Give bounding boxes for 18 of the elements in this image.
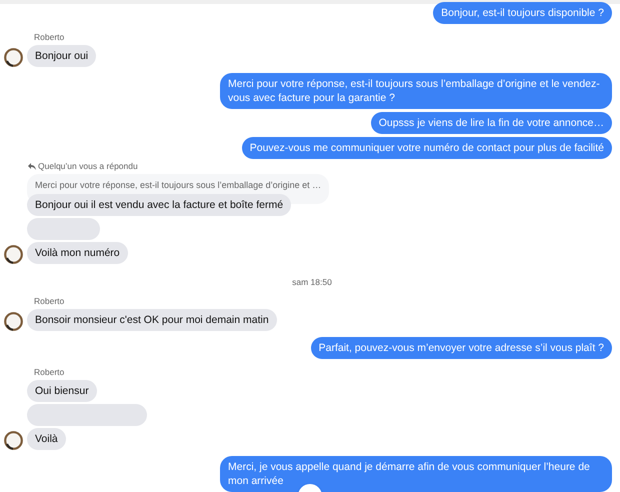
sent-message: Parfait, pouvez-vous m’envoyer votre adresse s’il vous plaît ? xyxy=(310,337,612,359)
timestamp: sam 18:50 xyxy=(292,277,332,288)
sent-message: Pouvez-vous me communiquer votre numéro de contact pour plus de facilité xyxy=(242,137,612,159)
received-message: Bonsoir monsieur c'est OK pour moi demain matin xyxy=(27,309,277,331)
received-message: Oui biensur xyxy=(27,380,97,402)
received-message: Voilà mon numéro xyxy=(27,242,128,264)
sent-message: Bonjour, est-il toujours disponible ? xyxy=(433,2,612,24)
sender-name: Roberto xyxy=(34,32,66,43)
sender-name: Roberto xyxy=(34,367,66,378)
received-message: Voilà xyxy=(27,428,66,450)
sender-name: Roberto xyxy=(34,296,66,307)
sent-message: Merci, je vous appelle quand je démarre afin de vous communiquer l’heure de mon arrivée xyxy=(220,456,612,492)
reply-icon xyxy=(28,163,36,170)
received-message: Bonjour oui il est vendu avec la facture et boîte fermé xyxy=(27,194,292,216)
sent-message: Merci pour votre réponse, est-il toujours sous l’emballage d’origine et le vendez-vous avec facture pour la garantie ? xyxy=(220,73,612,109)
received-message: Bonjour oui xyxy=(27,45,96,67)
reply-label: Quelqu’un vous a répondu xyxy=(38,161,138,172)
sent-message: Oupsss je viens de lire la fin de votre annonce… xyxy=(370,112,612,134)
